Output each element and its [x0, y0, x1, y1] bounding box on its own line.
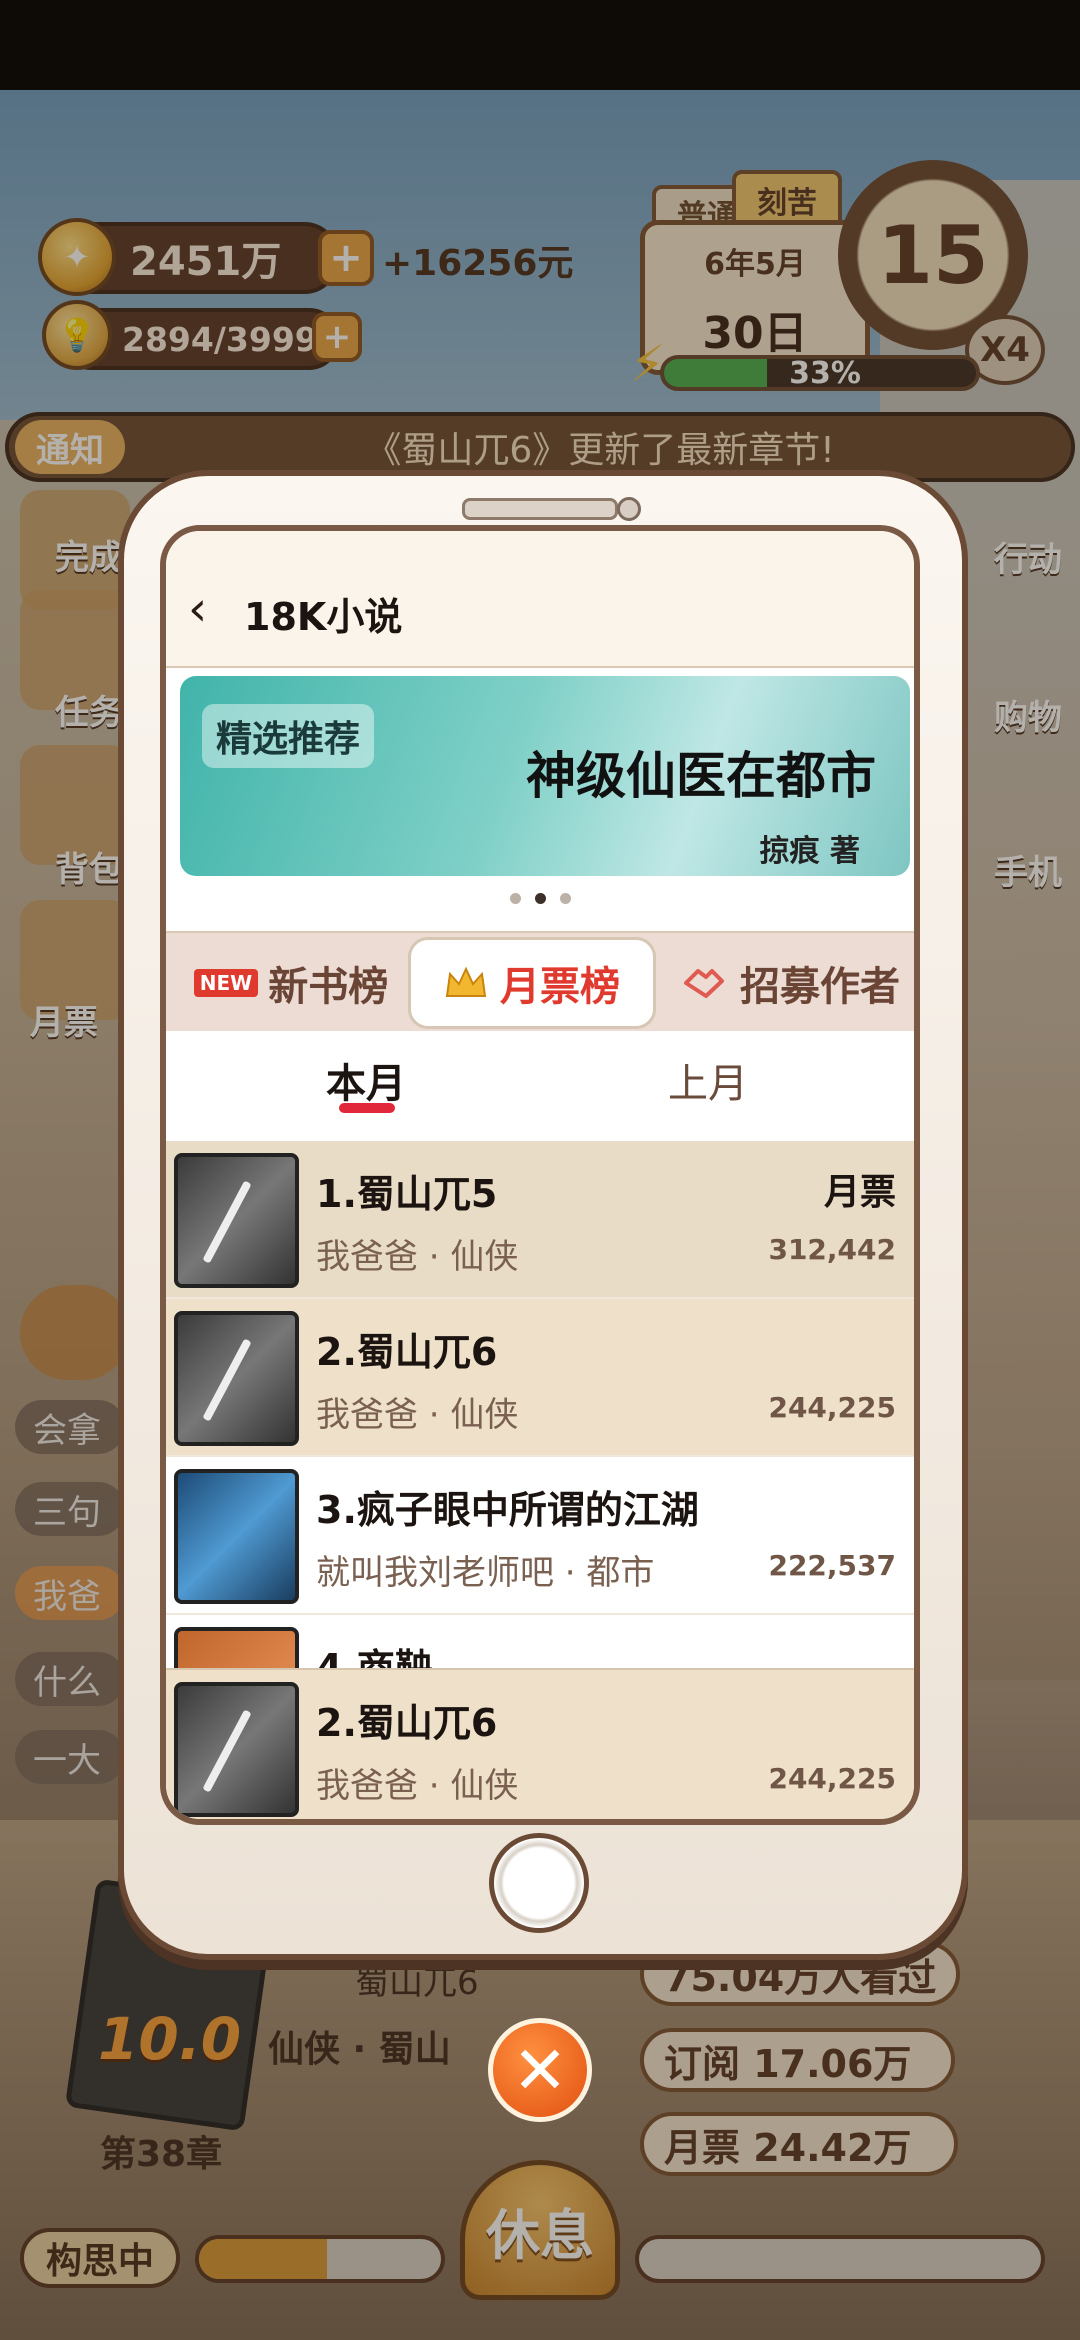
banner-tag: 精选推荐 [202, 704, 375, 768]
close-modal-button[interactable]: ✕ [488, 2018, 592, 2122]
carousel-dot[interactable] [559, 893, 571, 904]
banner-author: 掠痕 著 [759, 834, 860, 869]
book-title: 1.蜀山兀5 [316, 1172, 498, 1216]
new-badge-icon: NEW [193, 969, 259, 997]
book-votes: 222,537 [768, 1549, 896, 1582]
back-chevron-icon[interactable]: ‹ [188, 585, 224, 633]
subtab-this-month[interactable]: 本月 [326, 1051, 406, 1109]
phone-home-button[interactable] [489, 1833, 589, 1933]
book-title: 2.蜀山兀6 [316, 1701, 498, 1745]
book-cover [174, 1682, 299, 1817]
book-votes: 312,442 [768, 1233, 896, 1266]
app-title: 18K小说 [244, 595, 403, 639]
book-title: 3.疯子眼中所谓的江湖 [316, 1488, 699, 1532]
pinned-my-book-row[interactable]: 2.蜀山兀6 我爸爸 · 仙侠 244,225 [166, 1668, 914, 1819]
book-row[interactable]: 3.疯子眼中所谓的江湖 就叫我刘老师吧 · 都市 222,537 [166, 1457, 914, 1615]
period-tabs: 本月 上月 [166, 1031, 914, 1141]
book-meta: 就叫我刘老师吧 · 都市 [316, 1553, 655, 1593]
vote-column-header: 月票 [823, 1172, 896, 1213]
banner-title: 神级仙医在都市 [526, 747, 876, 805]
book-cover [174, 1153, 299, 1288]
ranking-tabs: NEW 新书榜 月票榜 招募作者 [166, 931, 914, 1033]
carousel-dots [166, 893, 914, 904]
sword-icon [202, 1709, 252, 1793]
carousel-dot[interactable] [509, 893, 521, 904]
book-cover [174, 1311, 299, 1446]
phone-camera [617, 497, 641, 521]
phone-screen: ‹ 18K小说 精选推荐 神级仙医在都市 掠痕 著 NEW 新书榜 月票榜 招募… [160, 525, 920, 1825]
book-meta: 我爸爸 · 仙侠 [316, 1395, 519, 1435]
sword-icon [202, 1180, 252, 1264]
book-title: 2.蜀山兀6 [316, 1330, 498, 1374]
book-meta: 我爸爸 · 仙侠 [316, 1237, 519, 1277]
book-cover [174, 1469, 299, 1604]
tab-monthly-tickets[interactable]: 月票榜 [408, 937, 656, 1029]
carousel-dot-active[interactable] [534, 893, 546, 904]
book-votes: 244,225 [768, 1391, 896, 1424]
tab-monthly-tickets-label: 月票榜 [500, 964, 620, 1010]
tab-new-books[interactable]: NEW 新书榜 [176, 937, 406, 1029]
subtab-last-month[interactable]: 上月 [668, 1051, 748, 1109]
tab-recruit-authors[interactable]: 招募作者 [666, 937, 914, 1029]
featured-banner[interactable]: 精选推荐 神级仙医在都市 掠痕 著 [180, 676, 910, 876]
app-header: ‹ 18K小说 [166, 531, 914, 668]
handshake-icon [684, 969, 724, 998]
active-subtab-indicator [339, 1103, 395, 1113]
sword-icon [202, 1338, 252, 1422]
crown-icon [445, 966, 487, 997]
tab-new-books-label: 新书榜 [268, 964, 389, 1010]
tab-recruit-authors-label: 招募作者 [740, 964, 900, 1010]
phone-speaker [462, 498, 618, 520]
book-meta: 我爸爸 · 仙侠 [316, 1766, 519, 1806]
book-votes: 244,225 [768, 1762, 896, 1795]
book-row[interactable]: 2.蜀山兀6 我爸爸 · 仙侠 244,225 [166, 1299, 914, 1457]
book-row[interactable]: 1.蜀山兀5 我爸爸 · 仙侠 月票 312,442 [166, 1141, 914, 1299]
